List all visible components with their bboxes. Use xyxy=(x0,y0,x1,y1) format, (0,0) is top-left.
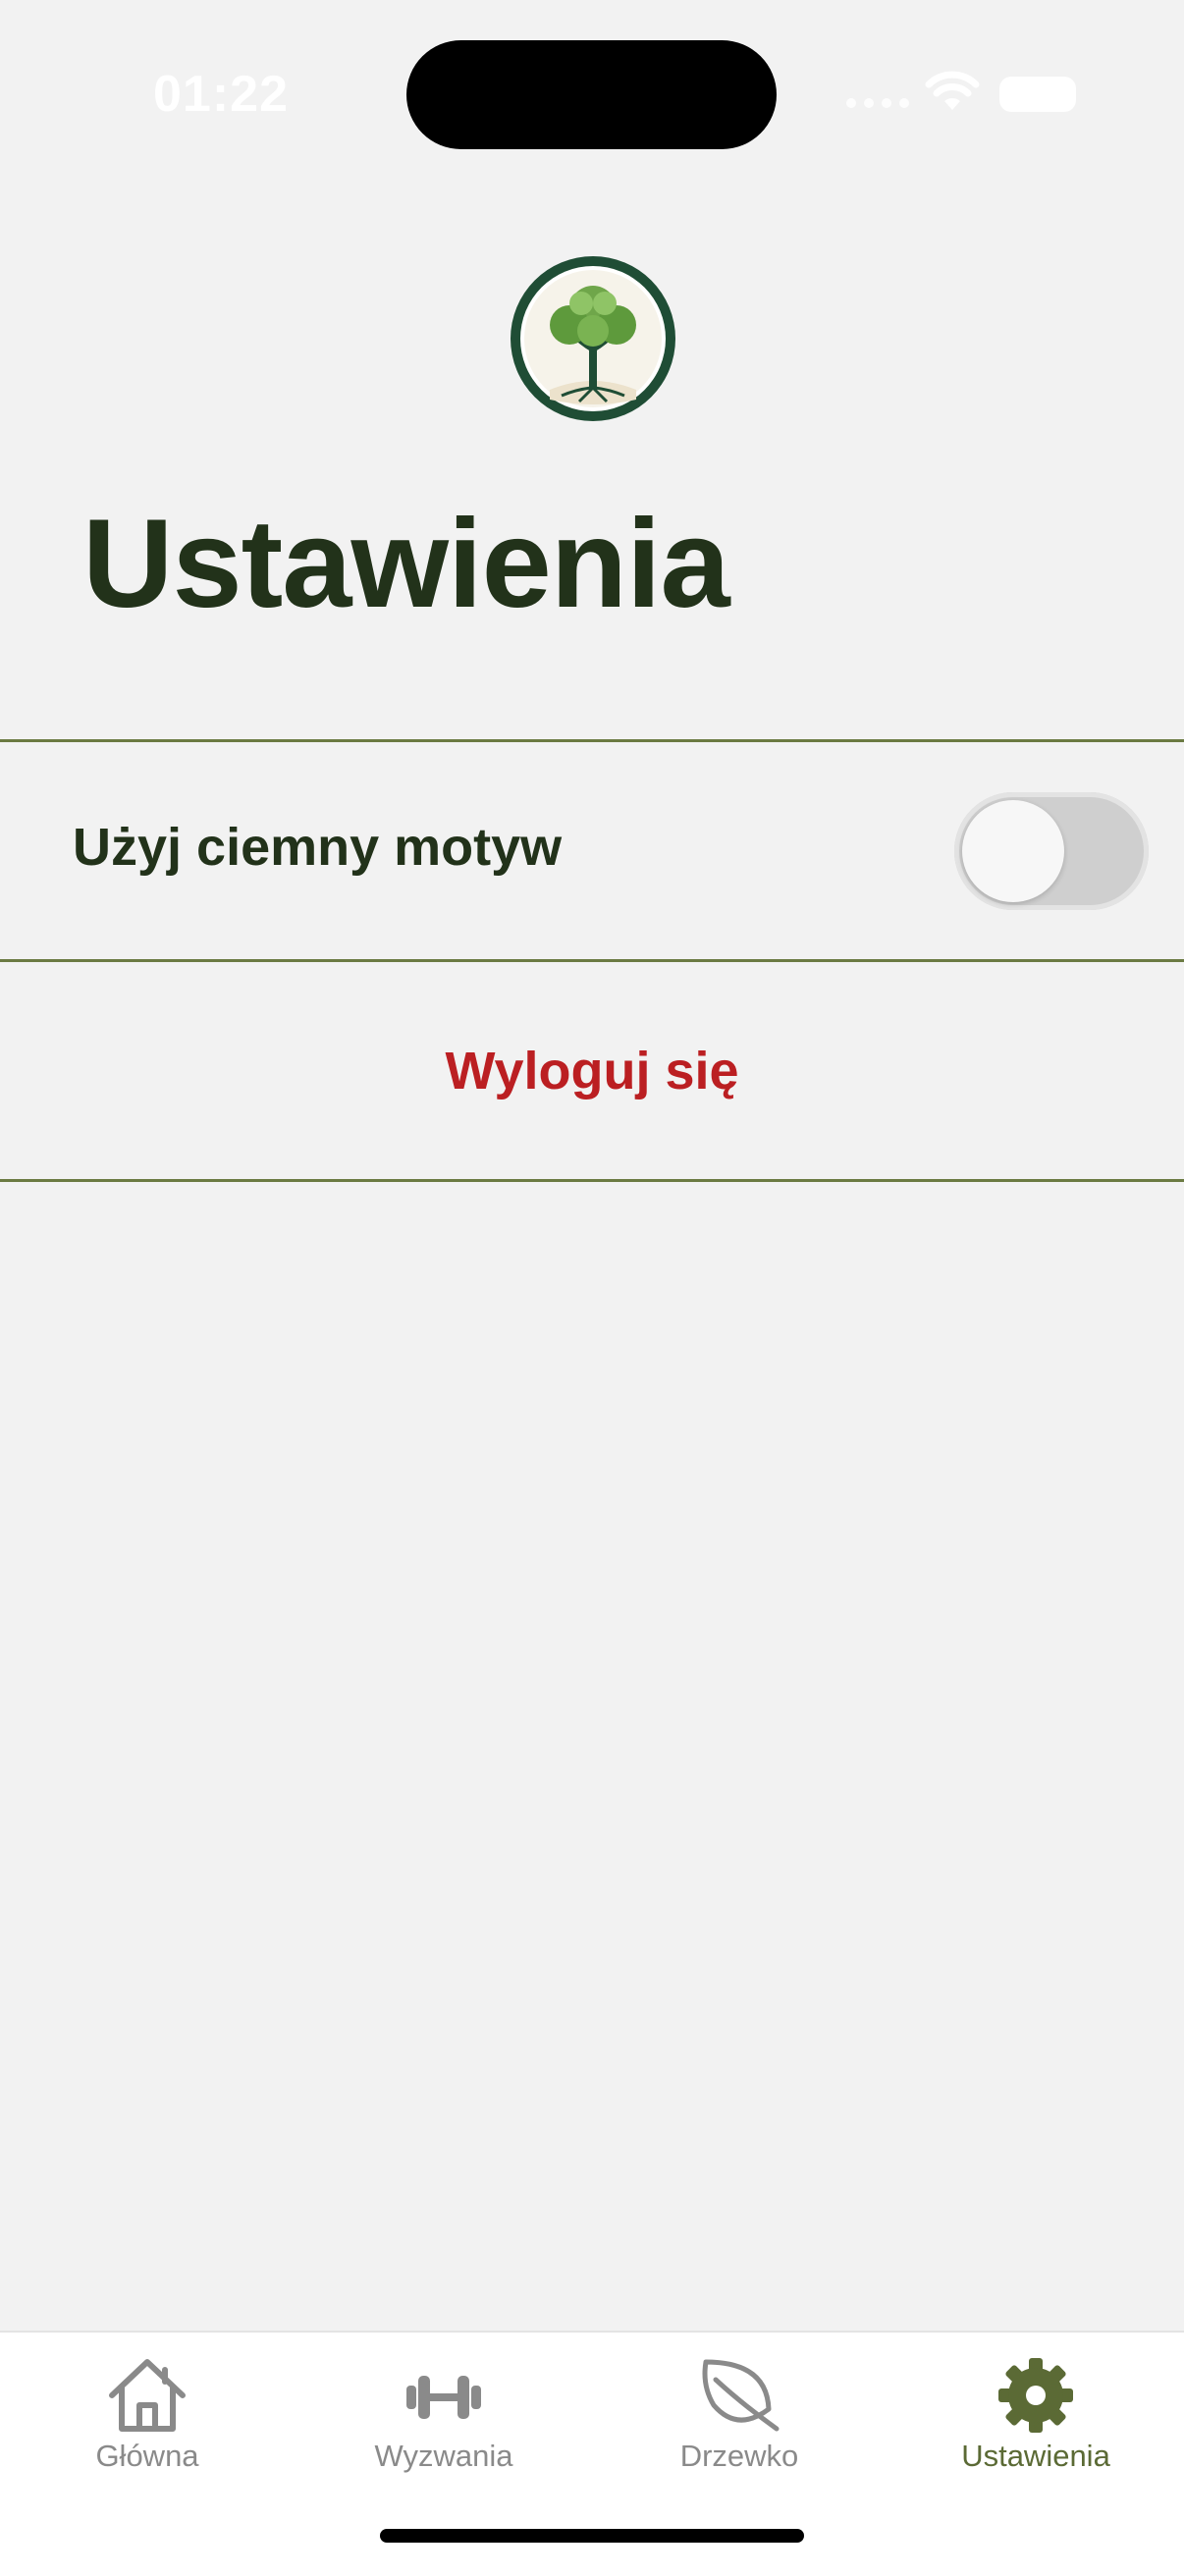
home-icon xyxy=(109,2359,186,2432)
dumbbell-icon xyxy=(406,2376,481,2419)
wifi-icon xyxy=(925,71,980,110)
status-time: 01:22 xyxy=(153,66,289,123)
cellular-signal-icon xyxy=(846,98,909,108)
toggle-knob xyxy=(962,800,1064,902)
tab-home[interactable]: Główna xyxy=(29,2356,265,2494)
page-title: Ustawienia xyxy=(82,494,730,634)
logout-button[interactable]: Wyloguj się xyxy=(0,962,1184,1179)
home-indicator[interactable] xyxy=(380,2529,804,2543)
status-bar: 01:22 xyxy=(0,0,1184,187)
tree-logo-icon xyxy=(511,256,675,421)
leaf-icon xyxy=(702,2359,780,2432)
tab-challenges[interactable]: Wyzwania xyxy=(326,2356,562,2494)
dynamic-island xyxy=(406,40,777,149)
divider xyxy=(0,1179,1184,1182)
gear-icon xyxy=(998,2358,1073,2433)
tab-label: Ustawienia xyxy=(961,2439,1110,2473)
tab-label: Drzewko xyxy=(679,2439,799,2473)
tab-label: Wyzwania xyxy=(374,2439,513,2473)
dark-mode-toggle[interactable] xyxy=(954,792,1149,910)
tab-tree[interactable]: Drzewko xyxy=(621,2356,857,2494)
battery-icon xyxy=(999,77,1076,112)
tab-label: Główna xyxy=(95,2439,199,2473)
tab-settings[interactable]: Ustawienia xyxy=(918,2356,1154,2494)
dark-mode-label: Użyj ciemny motyw xyxy=(73,818,563,877)
